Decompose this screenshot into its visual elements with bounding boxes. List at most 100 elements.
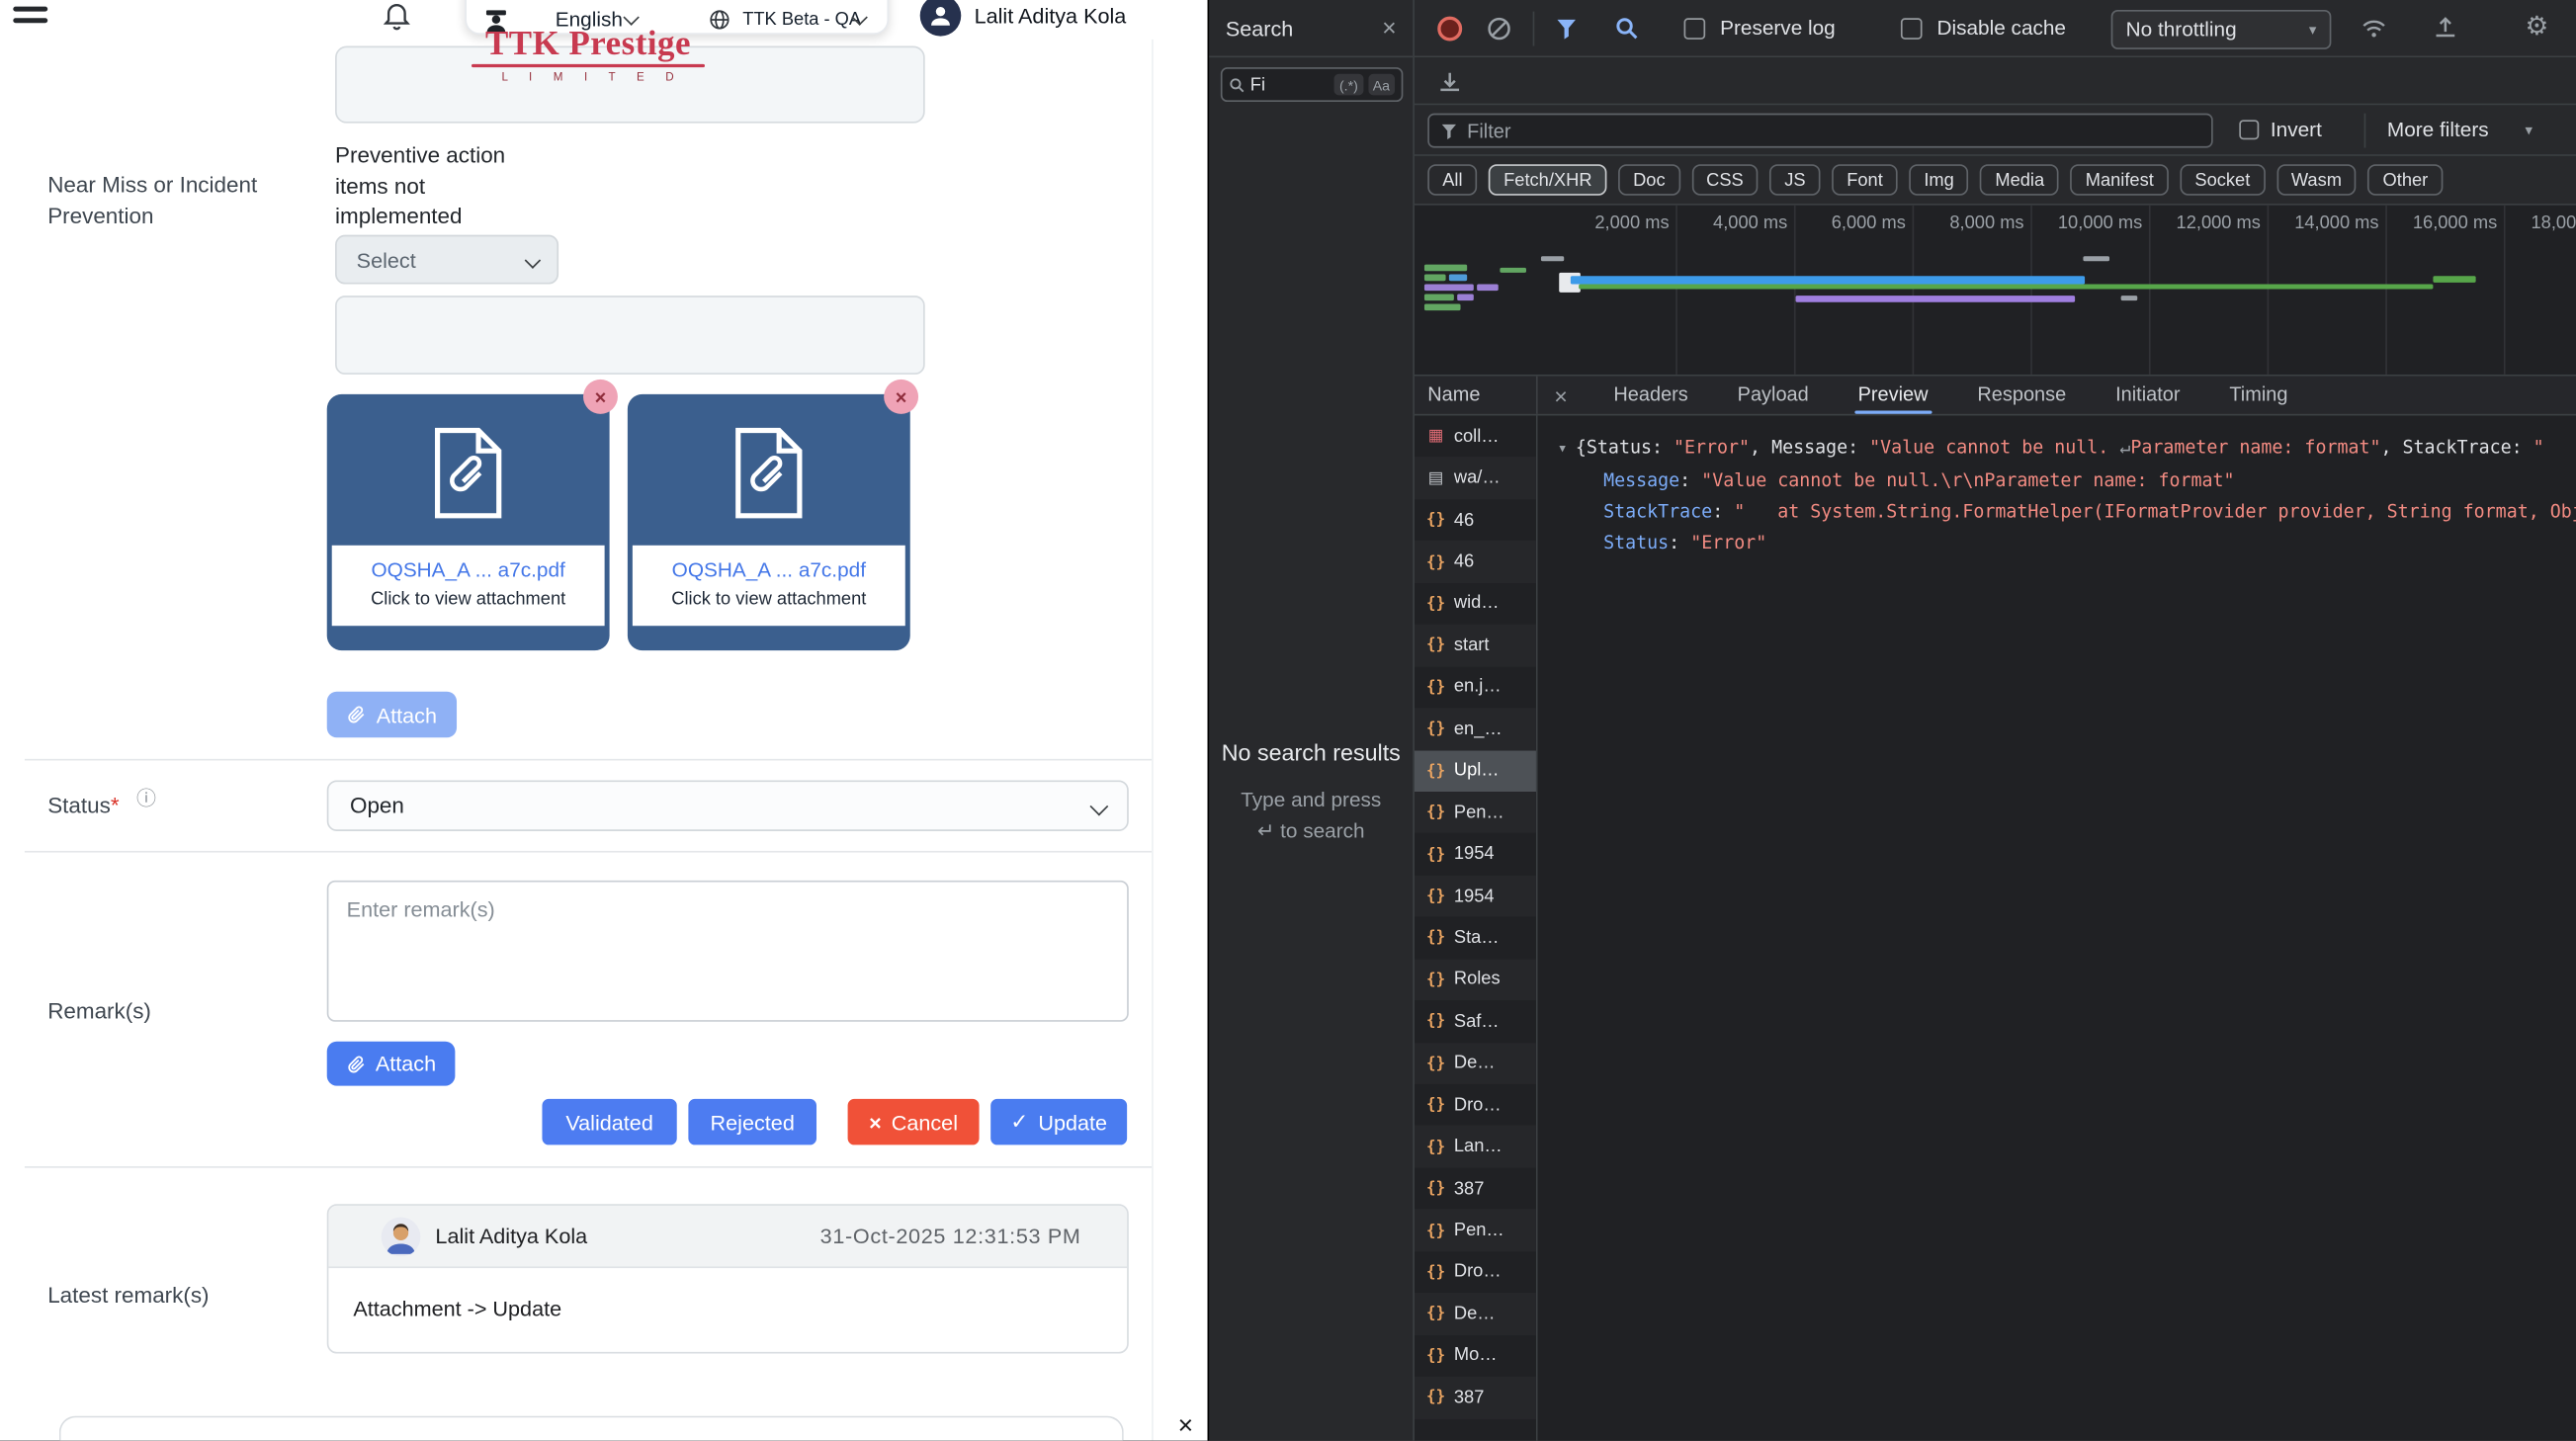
clear-icon[interactable]: [1487, 17, 1511, 42]
network-request-row[interactable]: {} 387: [1415, 1377, 1536, 1418]
notifications-bell-icon[interactable]: [383, 0, 410, 32]
network-request-row[interactable]: {} Dro…: [1415, 1084, 1536, 1126]
network-request-row[interactable]: {} Lan…: [1415, 1126, 1536, 1167]
network-request-row[interactable]: {} 1954: [1415, 876, 1536, 917]
filter-chip[interactable]: Doc: [1618, 164, 1679, 196]
detail-tab[interactable]: Payload: [1723, 377, 1824, 414]
network-request-row[interactable]: {} Saf…: [1415, 1000, 1536, 1042]
detail-tabs-bar: × Headers Payload Preview Response Initi…: [1538, 377, 2576, 414]
network-request-row[interactable]: {} Roles: [1415, 959, 1536, 1000]
disable-cache-checkbox[interactable]: [1901, 18, 1923, 40]
detail-tab[interactable]: Timing: [2214, 377, 2302, 414]
waterfall-bar: [1477, 285, 1499, 292]
filter-chip[interactable]: Fetch/XHR: [1489, 164, 1606, 196]
cancel-button[interactable]: × Cancel: [848, 1099, 980, 1145]
filter-chip[interactable]: Socket: [2180, 164, 2265, 196]
close-icon[interactable]: ×: [1178, 1412, 1194, 1440]
settings-gear-icon[interactable]: ⚙: [2525, 15, 2548, 42]
environment-selector[interactable]: TTK Beta - QA: [742, 10, 861, 30]
status-select[interactable]: Open: [327, 780, 1129, 831]
request-name: Upl…: [1454, 761, 1536, 781]
network-filter-input[interactable]: Filter: [1427, 114, 2212, 148]
network-request-row[interactable]: ▦ coll…: [1415, 415, 1536, 457]
filter-chip[interactable]: CSS: [1691, 164, 1759, 196]
network-request-row[interactable]: {} De…: [1415, 1043, 1536, 1084]
status-label: Status*: [47, 790, 119, 821]
json-preview-line[interactable]: ▾{Status: "Error", Message: "Value canno…: [1558, 432, 2576, 465]
invert-checkbox[interactable]: [2239, 120, 2259, 139]
filter-chip[interactable]: Manifest: [2071, 164, 2169, 196]
filter-chip[interactable]: Other: [2368, 164, 2444, 196]
network-request-row[interactable]: {} Dro…: [1415, 1251, 1536, 1293]
detail-tab[interactable]: Headers: [1598, 377, 1702, 414]
attachment-card[interactable]: OQSHA_A ... a7c.pdf Click to view attach…: [628, 394, 910, 650]
network-request-row[interactable]: {} wid…: [1415, 583, 1536, 625]
attach-button-disabled[interactable]: Attach: [327, 692, 457, 738]
filter-chip[interactable]: Font: [1832, 164, 1898, 196]
search-input[interactable]: Fi (.*) Aa: [1221, 67, 1403, 102]
request-name: Dro…: [1454, 1095, 1536, 1115]
network-request-row[interactable]: {} Upl…: [1415, 750, 1536, 792]
rejected-button[interactable]: Rejected: [688, 1099, 816, 1145]
throttling-select[interactable]: No throttling ▾: [2111, 10, 2332, 49]
latest-remark-card: Lalit Aditya Kola 31-Oct-2025 12:31:53 P…: [327, 1204, 1129, 1353]
network-request-row[interactable]: {} en_…: [1415, 708, 1536, 749]
network-request-row[interactable]: {} en.j…: [1415, 666, 1536, 708]
ttk-prestige-logo: TTK Prestige L I M I T E D: [462, 25, 715, 84]
waterfall-bar: [1424, 285, 1474, 292]
preventive-textarea[interactable]: [335, 296, 925, 375]
user-avatar[interactable]: [920, 0, 962, 37]
detail-tab[interactable]: Preview: [1844, 377, 1943, 414]
network-request-row[interactable]: {} Pen…: [1415, 792, 1536, 833]
name-column-header[interactable]: Name: [1415, 377, 1538, 414]
detail-tab[interactable]: Response: [1962, 377, 2081, 414]
disable-cache-label: Disable cache: [1936, 17, 2065, 40]
hamburger-menu-icon[interactable]: [13, 0, 47, 31]
close-icon[interactable]: ×: [1382, 16, 1397, 41]
caret-down-icon[interactable]: ▾: [1558, 440, 1568, 458]
filter-chip[interactable]: Wasm: [2276, 164, 2357, 196]
network-overview[interactable]: 2,000 ms 4,000 ms 6,000 ms 8,000 ms 10,0…: [1415, 206, 2576, 377]
network-request-row[interactable]: {} start: [1415, 625, 1536, 666]
network-request-row[interactable]: {} Pen…: [1415, 1210, 1536, 1251]
network-table-body: ▦ coll… ▤ wa/… {} 46: [1415, 415, 2576, 1440]
attachment-card[interactable]: OQSHA_A ... a7c.pdf Click to view attach…: [327, 394, 610, 650]
export-har-icon[interactable]: [1437, 69, 1462, 94]
filter-chip[interactable]: Img: [1909, 164, 1968, 196]
remarks-textarea[interactable]: [327, 881, 1129, 1022]
preserve-log-checkbox[interactable]: [1684, 18, 1706, 40]
regex-toggle[interactable]: (.*): [1334, 74, 1363, 96]
search-icon[interactable]: [1615, 17, 1640, 42]
preventive-select[interactable]: Select: [335, 235, 558, 285]
network-request-row[interactable]: ▤ wa/…: [1415, 458, 1536, 499]
record-button[interactable]: [1437, 17, 1462, 42]
network-conditions-icon[interactable]: [2361, 15, 2387, 42]
network-request-row[interactable]: {} Sta…: [1415, 917, 1536, 959]
network-request-row[interactable]: {} 1954: [1415, 833, 1536, 875]
more-filters-button[interactable]: More filters: [2387, 119, 2489, 141]
network-request-row[interactable]: {} 387: [1415, 1167, 1536, 1209]
remove-attachment-button[interactable]: ×: [884, 380, 918, 414]
request-name: coll…: [1454, 427, 1536, 447]
preview-pane[interactable]: ▾{Status: "Error", Message: "Value canno…: [1538, 415, 2576, 1440]
update-button[interactable]: ✓ Update: [990, 1099, 1127, 1145]
network-request-row[interactable]: {} 46: [1415, 499, 1536, 541]
network-request-row[interactable]: {} De…: [1415, 1293, 1536, 1334]
search-query: Fi: [1250, 75, 1265, 95]
filter-chip[interactable]: Media: [1980, 164, 2059, 196]
close-detail-icon[interactable]: ×: [1554, 383, 1568, 406]
filter-toggle-icon[interactable]: [1556, 18, 1578, 40]
filter-chip[interactable]: All: [1427, 164, 1477, 196]
detail-tab[interactable]: Initiator: [2101, 377, 2194, 414]
attach-button[interactable]: Attach: [327, 1042, 456, 1086]
validated-button[interactable]: Validated: [542, 1099, 676, 1145]
match-case-toggle[interactable]: Aa: [1368, 74, 1395, 96]
filter-chip[interactable]: JS: [1769, 164, 1820, 196]
network-request-row[interactable]: {} Mo…: [1415, 1335, 1536, 1377]
json-token: "Error": [1674, 437, 1750, 459]
import-har-icon[interactable]: [2433, 15, 2457, 40]
remove-attachment-button[interactable]: ×: [583, 380, 618, 414]
network-request-row[interactable]: {} 46: [1415, 541, 1536, 582]
info-icon[interactable]: ⓘ: [136, 784, 156, 811]
network-toolbar: Preserve log Disable cache No throttling…: [1415, 0, 2576, 57]
